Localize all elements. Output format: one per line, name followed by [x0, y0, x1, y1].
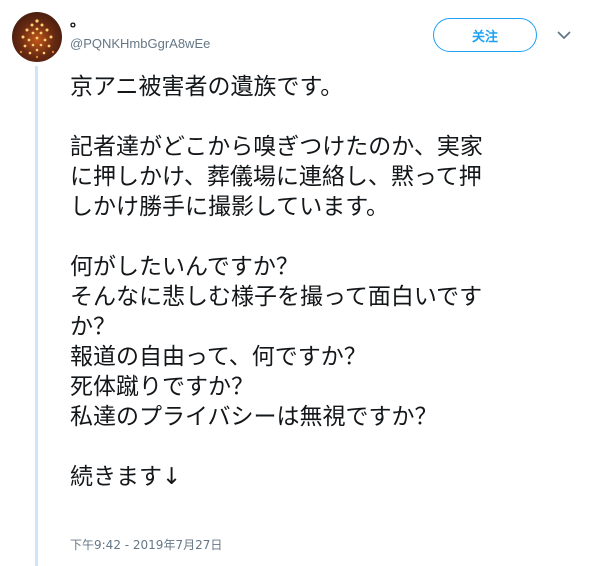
tweet-line: 報道の自由って、何ですか？	[70, 344, 367, 370]
tweet-timestamp[interactable]: 下午9:42 - 2019年7月27日	[70, 537, 222, 553]
tweet-line: しかけ勝手に撮影しています。	[70, 194, 390, 220]
tweet-line: そんなに悲しむ様子を撮って面白いです	[70, 284, 483, 310]
chevron-down-icon	[557, 31, 571, 39]
tweet-line: に押しかけ、葬儀場に連絡し、黙って押	[70, 164, 482, 190]
string-lights-avatar-icon	[19, 19, 55, 59]
tweet-text: 京アニ被害者の遺族です。 記者達がどこから嗅ぎつけたのか、実家 に押しかけ、葬儀…	[70, 72, 590, 492]
tweet-menu-button[interactable]	[555, 28, 573, 42]
display-name[interactable]: 。	[70, 12, 85, 30]
thread-line	[35, 66, 38, 566]
tweet-line: 京アニ被害者の遺族です。	[70, 74, 344, 100]
tweet-line: 記者達がどこから嗅ぎつけたのか、実家	[70, 134, 483, 160]
avatar[interactable]	[12, 12, 62, 62]
user-handle[interactable]: @PQNKHmbGgrA8wEe	[70, 36, 210, 52]
tweet-line: 続きます↓	[70, 464, 182, 490]
tweet-card: 。 @PQNKHmbGgrA8wEe 关注 京アニ被害者の遺族です。 記者達がど…	[0, 0, 598, 566]
tweet-line: 死体蹴りですか？	[70, 374, 254, 400]
tweet-line: 何がしたいんですか？	[70, 254, 299, 280]
tweet-line: 私達のプライバシーは無視ですか？	[70, 404, 438, 430]
tweet-line: か？	[70, 314, 116, 340]
follow-button[interactable]: 关注	[433, 18, 537, 52]
